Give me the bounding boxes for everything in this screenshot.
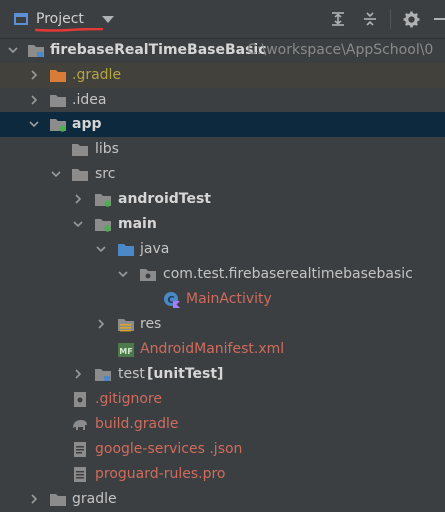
gitignore-file-icon bbox=[74, 392, 86, 407]
chevron-down-icon[interactable] bbox=[96, 244, 106, 254]
tree-row-main-activity[interactable]: C MainActivity bbox=[0, 287, 445, 312]
tree-label: proguard-rules.pro bbox=[95, 466, 226, 482]
tree-row-build-gradle[interactable]: build.gradle bbox=[0, 412, 445, 437]
tree-label: .gitignore bbox=[95, 391, 162, 407]
tree-row-libs[interactable]: libs bbox=[0, 137, 445, 162]
chevron-down-icon[interactable] bbox=[118, 269, 128, 279]
module-folder-icon bbox=[28, 45, 44, 57]
folder-icon bbox=[72, 169, 88, 181]
tree-label: build.gradle bbox=[95, 416, 179, 432]
tree-row-root[interactable]: firebaseRealTimeBaseBasic C:\workspace\A… bbox=[0, 38, 445, 63]
root-project-name: firebaseRealTimeBaseBasic bbox=[50, 42, 267, 58]
window-icon bbox=[14, 13, 28, 25]
tree-row-test[interactable]: test [unitTest] bbox=[0, 362, 445, 387]
folder-icon bbox=[50, 494, 66, 506]
expand-all-icon[interactable] bbox=[328, 9, 348, 29]
tree-label: res bbox=[140, 316, 162, 332]
tree-row-gitignore[interactable]: .gitignore bbox=[0, 387, 445, 412]
tree-label: test bbox=[118, 366, 145, 382]
source-folder-icon bbox=[118, 244, 134, 256]
tree-row-java[interactable]: java bbox=[0, 237, 445, 262]
manifest-file-icon: MF bbox=[118, 343, 134, 357]
chevron-right-icon[interactable] bbox=[29, 95, 39, 105]
gradle-elephant-icon bbox=[73, 420, 87, 430]
tree-label: .idea bbox=[72, 92, 107, 108]
tree-label: .gradle bbox=[72, 67, 122, 83]
module-folder-icon bbox=[95, 219, 111, 232]
tree-label: libs bbox=[95, 141, 119, 157]
tree-row-idea-dir[interactable]: .idea bbox=[0, 88, 445, 113]
module-folder-icon bbox=[50, 119, 66, 132]
tree-row-android-test[interactable]: androidTest bbox=[0, 187, 445, 212]
tree-label: AndroidManifest.xml bbox=[140, 341, 285, 357]
root-project-path: C:\workspace\AppSchool\0 bbox=[247, 42, 434, 58]
svg-text:MF: MF bbox=[119, 347, 132, 356]
red-underline-annotation bbox=[35, 28, 103, 32]
tree-label: main bbox=[118, 216, 157, 232]
kotlin-class-icon: C bbox=[164, 292, 180, 308]
gear-icon[interactable] bbox=[401, 9, 421, 29]
chevron-right-icon[interactable] bbox=[73, 194, 83, 204]
folder-icon bbox=[50, 95, 66, 107]
chevron-right-icon[interactable] bbox=[73, 369, 83, 379]
tree-row-gradle-dir[interactable]: .gradle bbox=[0, 63, 445, 88]
minimize-icon[interactable] bbox=[430, 9, 445, 29]
text-file-icon bbox=[74, 467, 86, 482]
resource-folder-icon bbox=[118, 319, 134, 332]
folder-icon bbox=[50, 70, 66, 82]
tree-row-google-services[interactable]: google-services .json bbox=[0, 437, 445, 462]
tree-label: androidTest bbox=[118, 191, 211, 207]
chevron-down-icon[interactable] bbox=[8, 45, 18, 55]
project-toolbar: Project bbox=[0, 0, 445, 39]
tree-row-proguard[interactable]: proguard-rules.pro bbox=[0, 462, 445, 487]
chevron-right-icon[interactable] bbox=[96, 319, 106, 329]
tree-row-res[interactable]: res bbox=[0, 312, 445, 337]
tree-row-gradle[interactable]: gradle bbox=[0, 487, 445, 512]
tree-row-src[interactable]: src bbox=[0, 162, 445, 187]
chevron-right-icon[interactable] bbox=[29, 70, 39, 80]
collapse-all-icon[interactable] bbox=[360, 9, 380, 29]
chevron-down-icon[interactable] bbox=[101, 15, 114, 23]
toolbar-separator bbox=[390, 9, 391, 29]
tree-label: java bbox=[140, 241, 170, 257]
test-folder-icon bbox=[95, 369, 111, 381]
folder-icon bbox=[72, 144, 88, 156]
tree-label: src bbox=[95, 166, 116, 182]
chevron-down-icon[interactable] bbox=[73, 219, 83, 229]
chevron-down-icon[interactable] bbox=[51, 169, 61, 179]
package-folder-icon bbox=[140, 269, 156, 281]
tree-label: app bbox=[72, 116, 102, 132]
module-folder-icon bbox=[95, 194, 111, 207]
tree-row-main[interactable]: main bbox=[0, 212, 445, 237]
tree-label-suffix: [unitTest] bbox=[147, 366, 224, 382]
json-file-icon bbox=[74, 442, 86, 457]
tree-label: google-services .json bbox=[95, 441, 243, 457]
chevron-right-icon[interactable] bbox=[29, 494, 39, 504]
chevron-down-icon[interactable] bbox=[29, 119, 39, 129]
tree-label: com.test.firebaserealtimebasebasic bbox=[163, 266, 413, 282]
tree-label: MainActivity bbox=[186, 291, 272, 307]
tree-row-app[interactable]: app bbox=[0, 112, 445, 137]
project-view-label: Project bbox=[36, 11, 84, 27]
tree-row-manifest[interactable]: MF AndroidManifest.xml bbox=[0, 337, 445, 362]
tree-row-package[interactable]: com.test.firebaserealtimebasebasic bbox=[0, 262, 445, 287]
tree-label: gradle bbox=[72, 491, 117, 507]
project-view-selector[interactable]: Project bbox=[14, 8, 114, 30]
